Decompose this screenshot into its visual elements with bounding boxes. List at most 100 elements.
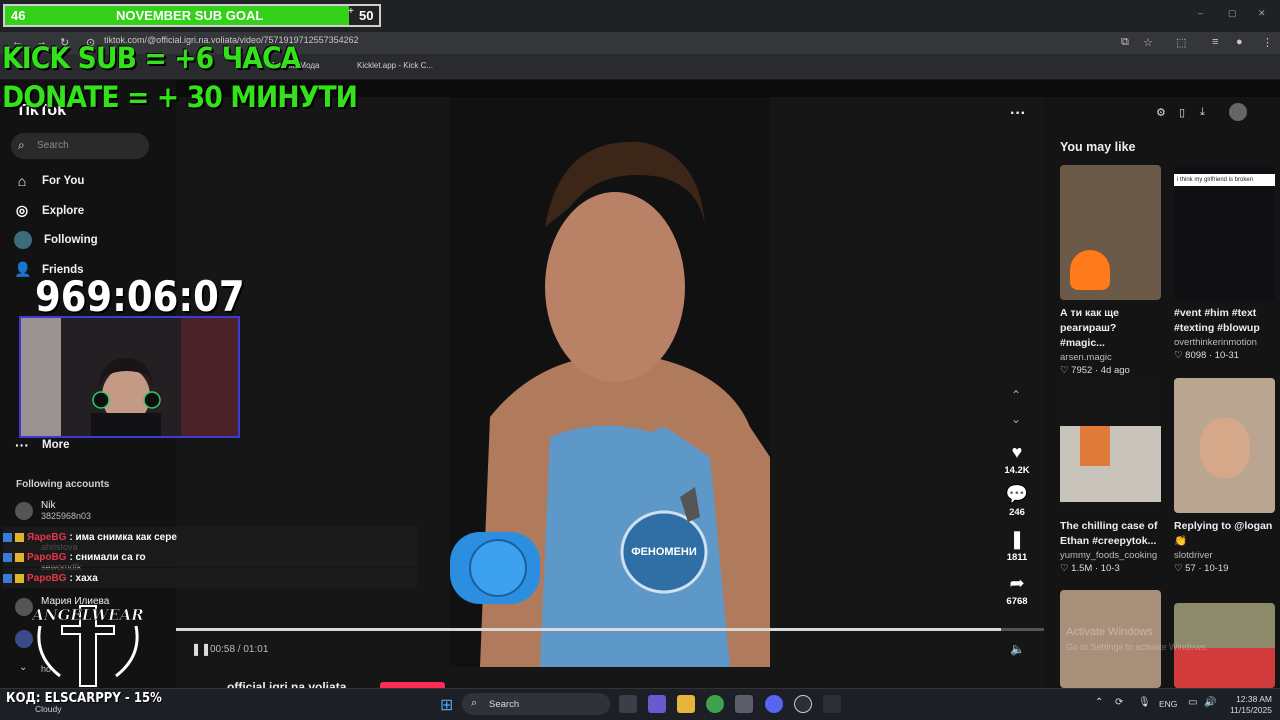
windows-start-icon[interactable]: ⊞ <box>440 695 453 715</box>
chevron-up-icon[interactable]: ⌃ <box>1095 697 1103 708</box>
microphone-icon[interactable]: 🎙 <box>1138 697 1151 708</box>
obs-icon[interactable] <box>794 695 812 713</box>
card-thumbnail <box>1060 590 1161 688</box>
close-icon[interactable]: ✕ <box>1258 8 1266 19</box>
bookmark-button[interactable]: ❚ 1811 <box>997 529 1037 563</box>
logo-text: ANGELWEAR <box>30 606 144 624</box>
bookmark-item[interactable]: Kicklet.app - Kick C... <box>357 61 433 70</box>
more-icon: ··· <box>15 437 29 453</box>
account-handle: 3825968n03 <box>41 511 92 521</box>
video-player[interactable]: ФЕНОМЕНИ <box>450 97 770 667</box>
volume-icon[interactable]: 🔈 <box>1010 642 1025 656</box>
chat-message: ЯареBG: има снимка как сере <box>3 527 417 547</box>
nav-label: For You <box>42 175 85 187</box>
nav-label: Explore <box>42 204 85 217</box>
sub-goal-title: NOVEMBER SUB GOAL <box>116 8 264 23</box>
pause-icon[interactable]: ❚❚ <box>191 642 211 656</box>
video-frame: ФЕНОМЕНИ <box>450 97 770 667</box>
discord-icon[interactable] <box>765 695 783 713</box>
volume-icon[interactable]: 🔊 <box>1204 697 1216 708</box>
donate-promo: DONATE = + 30 МИНУТИ <box>2 80 358 114</box>
language-indicator[interactable]: ENG <box>1159 699 1177 709</box>
app-icon[interactable] <box>823 695 841 713</box>
taskbar-search[interactable] <box>462 693 610 715</box>
settings-icon[interactable]: ⚙ <box>1156 106 1166 119</box>
chevron-up-icon[interactable]: ⌃ <box>1011 388 1021 402</box>
store-icon[interactable] <box>735 695 753 713</box>
chrome-icon[interactable] <box>706 695 724 713</box>
like-button[interactable]: ♥ 14.2K <box>997 442 1037 476</box>
menu-dots-icon[interactable]: ⋮ <box>1262 36 1273 49</box>
sub-goal-plus: + <box>348 6 354 17</box>
you-may-like-title: You may like <box>1060 140 1136 154</box>
webcam-feed <box>19 316 240 438</box>
thumbnail-text: i think my girlfriend is broken <box>1174 174 1275 186</box>
nav-more[interactable]: ··· More <box>14 437 69 453</box>
sub-goal-target: 50 <box>359 8 374 23</box>
card-author: overthinkerinmotion <box>1174 337 1257 348</box>
cast-icon[interactable]: ⧉ <box>1121 36 1129 49</box>
bookmark-count: 1811 <box>1006 552 1028 563</box>
nav-label: More <box>42 439 70 451</box>
chat-username: PapoBG <box>27 572 67 584</box>
minimize-icon[interactable]: – <box>1198 8 1203 18</box>
account-name: Nik <box>41 500 56 511</box>
file-explorer-icon[interactable] <box>677 695 695 713</box>
taskbar-clock[interactable]: 12:38 AM 11/15/2025 <box>1224 694 1272 716</box>
webcam-frame <box>21 318 238 436</box>
activate-windows-subtext: Go to Settings to activate Windows. <box>1066 642 1209 652</box>
progress-fill <box>176 628 1001 631</box>
star-icon[interactable]: ☆ <box>1143 36 1153 49</box>
card-author: yummy_foods_cooking <box>1060 550 1158 561</box>
chevron-down-icon[interactable]: ⌄ <box>19 662 27 673</box>
clock-date: 11/15/2025 <box>1230 705 1272 715</box>
network-icon[interactable]: ⟳ <box>1115 697 1123 708</box>
download-icon[interactable]: ⤓ <box>1200 106 1205 119</box>
recommendation-card[interactable]: А ти как ще реагираш? #magic... arsen.ma… <box>1060 165 1161 376</box>
card-author: arsen.magic <box>1060 352 1112 363</box>
comment-icon: 💬 <box>1005 484 1029 504</box>
activate-windows-watermark: Activate Windows <box>1066 626 1153 638</box>
card-thumbnail: i think my girlfriend is broken <box>1174 165 1275 300</box>
recommendation-card[interactable]: Replying to @logan 👏 slotdriver ♡ 57 · 1… <box>1174 378 1275 574</box>
search-input[interactable] <box>11 133 149 159</box>
like-count: 14.2K <box>1004 465 1030 476</box>
card-thumbnail <box>1060 165 1161 300</box>
chevron-down-icon[interactable]: ⌄ <box>1011 412 1021 426</box>
video-badge-text: ФЕНОМЕНИ <box>631 546 697 558</box>
maximize-icon[interactable]: ▢ <box>1228 8 1237 19</box>
nav-for-you[interactable]: ⌂ For You <box>14 173 85 189</box>
chat-text: : хаха <box>69 572 98 584</box>
search-placeholder: Search <box>37 140 69 151</box>
extensions-icon[interactable]: ⬚ <box>1176 36 1186 49</box>
avatar[interactable] <box>1229 103 1247 121</box>
following-account[interactable]: Nik 3825968n03 <box>15 500 91 521</box>
nav-explore[interactable]: ◎ Explore <box>14 202 84 219</box>
chat-username: PapoBG <box>27 551 67 563</box>
copilot-icon[interactable] <box>648 695 666 713</box>
recommendation-card[interactable]: The chilling case of Ethan #creepytok...… <box>1060 378 1161 574</box>
mobile-icon[interactable]: ▯ <box>1179 106 1185 119</box>
more-options-icon[interactable]: ··· <box>1010 105 1026 123</box>
card-meta: ♡ 57 · 10-19 <box>1174 563 1229 574</box>
profile-icon[interactable]: ● <box>1236 36 1243 48</box>
chat-text: : снимали са го <box>69 551 146 563</box>
subathon-timer: 969:06:07 <box>35 272 245 321</box>
home-icon: ⌂ <box>17 173 27 189</box>
monitor-icon[interactable]: ▭ <box>1188 697 1197 708</box>
share-button[interactable]: ➦ 6768 <box>997 573 1037 607</box>
share-icon: ➦ <box>1009 573 1025 593</box>
nav-following[interactable]: Following <box>14 231 98 249</box>
card-meta: ♡ 1.5M · 10-3 <box>1060 563 1120 574</box>
comment-button[interactable]: 💬 246 <box>997 484 1037 518</box>
chat-username: ЯареBG <box>27 531 67 543</box>
media-icon[interactable]: ≡ <box>1212 36 1218 48</box>
following-icon <box>14 231 32 249</box>
task-view-icon[interactable] <box>619 695 637 713</box>
recommendation-card[interactable] <box>1060 590 1161 688</box>
sub-goal-current: 46 <box>11 8 26 23</box>
clock-time: 12:38 AM <box>1236 694 1272 704</box>
following-accounts-title: Following accounts <box>16 479 110 490</box>
compass-icon: ◎ <box>15 202 29 218</box>
recommendation-card[interactable]: i think my girlfriend is broken #vent #h… <box>1174 165 1275 361</box>
